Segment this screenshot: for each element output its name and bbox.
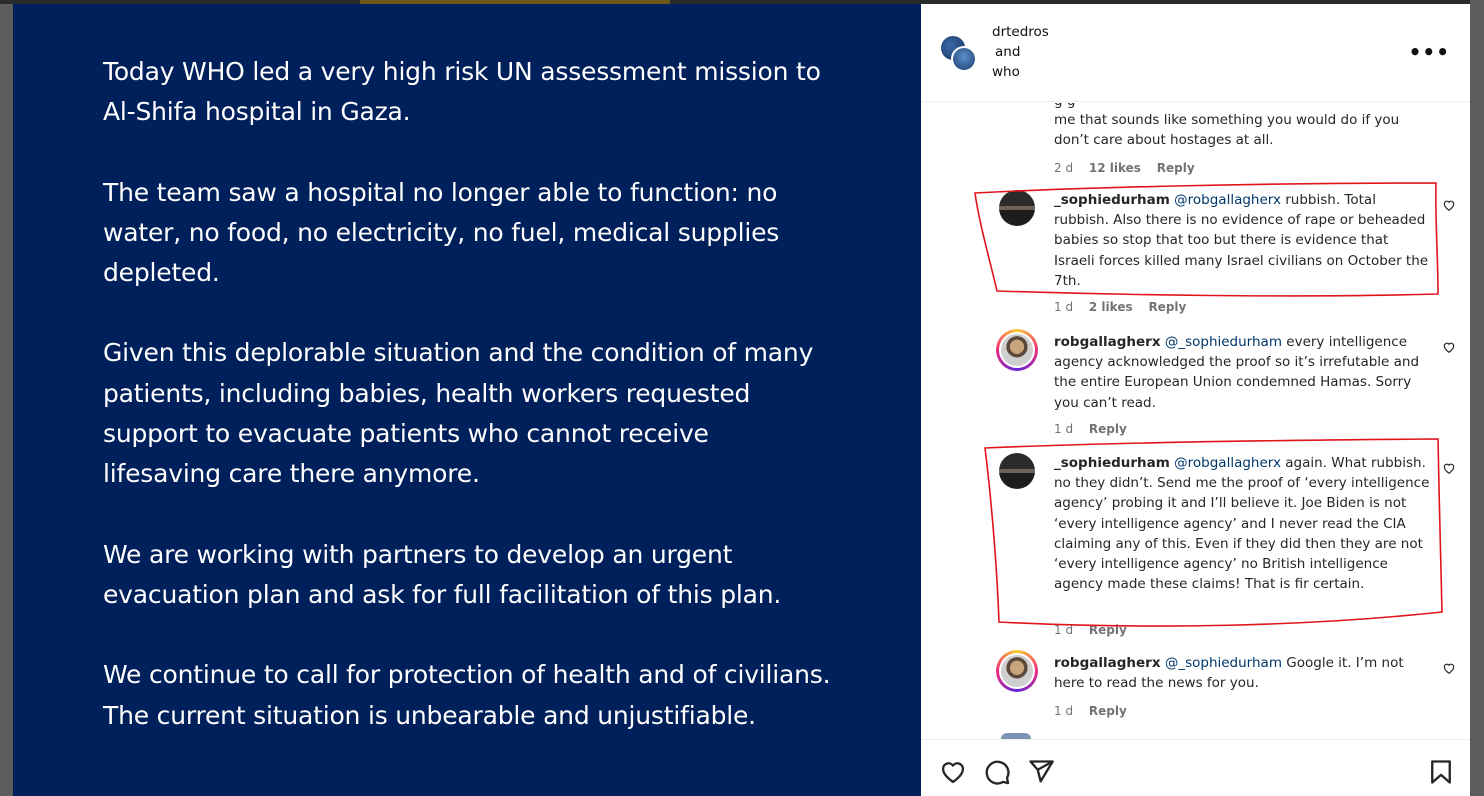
- post-header: drtedros and who •••: [921, 4, 1470, 102]
- post-actions-bar: [921, 739, 1470, 796]
- comments-panel: drtedros and who ••• g g me that sounds …: [921, 4, 1470, 796]
- comment-mention[interactable]: @robgallagherx: [1174, 192, 1281, 208]
- comments-list[interactable]: g g me that sounds like something you wo…: [921, 103, 1470, 739]
- comment-username[interactable]: _sophiedurham: [1054, 192, 1170, 208]
- author-conjunction: and: [995, 44, 1021, 60]
- reply-button[interactable]: Reply: [1157, 161, 1195, 175]
- avatar[interactable]: [996, 650, 1038, 692]
- comment-likes[interactable]: 12 likes: [1089, 161, 1141, 175]
- comment-time: 2 d: [1054, 161, 1074, 175]
- post-paragraph-1: Today WHO led a very high risk UN assess…: [103, 57, 821, 127]
- more-horizontal-icon: •••: [1408, 40, 1450, 64]
- heart-icon[interactable]: [1442, 661, 1456, 675]
- avatar[interactable]: [999, 453, 1035, 489]
- post-paragraph-5: We continue to call for protection of he…: [103, 660, 831, 730]
- comment-meta: 2 d 12 likes Reply: [1054, 161, 1207, 175]
- window-right-edge: [1470, 0, 1484, 796]
- comment-likes[interactable]: 2 likes: [1089, 300, 1133, 314]
- avatar-who[interactable]: [951, 46, 977, 72]
- comment-partial-cut-line: g g: [1054, 103, 1434, 109]
- comment-time: 1 d: [1054, 422, 1074, 436]
- author-names: drtedros and who: [992, 22, 1049, 82]
- comment-meta: 1 d Reply: [1054, 623, 1139, 637]
- post-image: Today WHO led a very high risk UN assess…: [13, 4, 921, 796]
- comment-username[interactable]: robgallagherx: [1054, 334, 1161, 350]
- comment-time: 1 d: [1054, 704, 1074, 718]
- more-options-button[interactable]: •••: [1409, 40, 1450, 64]
- send-icon[interactable]: [1027, 758, 1055, 786]
- comment-icon[interactable]: [983, 758, 1011, 786]
- comment-time: 1 d: [1054, 623, 1074, 637]
- author-drtedros-link[interactable]: drtedros: [992, 22, 1049, 42]
- post-paragraph-3: Given this deplorable situation and the …: [103, 338, 814, 489]
- comment-meta: 1 d Reply: [1054, 704, 1139, 718]
- comment-time: 1 d: [1054, 300, 1074, 314]
- comment-text: me that sounds like something you would …: [1054, 112, 1400, 149]
- avatar-photo: [999, 653, 1035, 689]
- bookmark-icon[interactable]: [1427, 758, 1455, 786]
- heart-icon[interactable]: [1442, 461, 1456, 475]
- comment-text: robgallagherx @_sophiedurham every intel…: [1054, 332, 1432, 413]
- comment-mention[interactable]: @_sophiedurham: [1165, 655, 1282, 671]
- avatar[interactable]: [999, 190, 1035, 226]
- author-who-link[interactable]: who: [992, 62, 1049, 82]
- post-paragraph-2: The team saw a hospital no longer able t…: [103, 177, 780, 288]
- heart-icon[interactable]: [1442, 340, 1456, 354]
- comment-mention[interactable]: @_sophiedurham: [1165, 334, 1282, 350]
- avatar-photo: [999, 332, 1035, 368]
- comment-username[interactable]: _sophiedurham: [1054, 455, 1170, 471]
- heart-icon[interactable]: [1442, 198, 1456, 212]
- author-avatars[interactable]: [939, 34, 979, 74]
- heart-icon[interactable]: [939, 758, 967, 786]
- comment-mention[interactable]: @robgallagherx: [1174, 455, 1281, 471]
- comment-text: _sophiedurham @robgallagherx rubbish. To…: [1054, 190, 1432, 291]
- comment-meta: 1 d Reply: [1054, 422, 1139, 436]
- comment-body: again. What rubbish. no they didn’t. Sen…: [1054, 455, 1430, 593]
- avatar[interactable]: [996, 329, 1038, 371]
- comment-text: _sophiedurham @robgallagherx again. What…: [1054, 453, 1432, 594]
- reply-button[interactable]: Reply: [1148, 300, 1186, 314]
- post-paragraph-4: We are working with partners to develop …: [103, 539, 782, 609]
- comment-meta: 1 d 2 likes Reply: [1054, 300, 1198, 314]
- reply-button[interactable]: Reply: [1089, 623, 1127, 637]
- reply-button[interactable]: Reply: [1089, 422, 1127, 436]
- reply-button[interactable]: Reply: [1089, 704, 1127, 718]
- comment-username[interactable]: robgallagherx: [1054, 655, 1161, 671]
- comment-text: robgallagherx @_sophiedurham Google it. …: [1054, 653, 1432, 693]
